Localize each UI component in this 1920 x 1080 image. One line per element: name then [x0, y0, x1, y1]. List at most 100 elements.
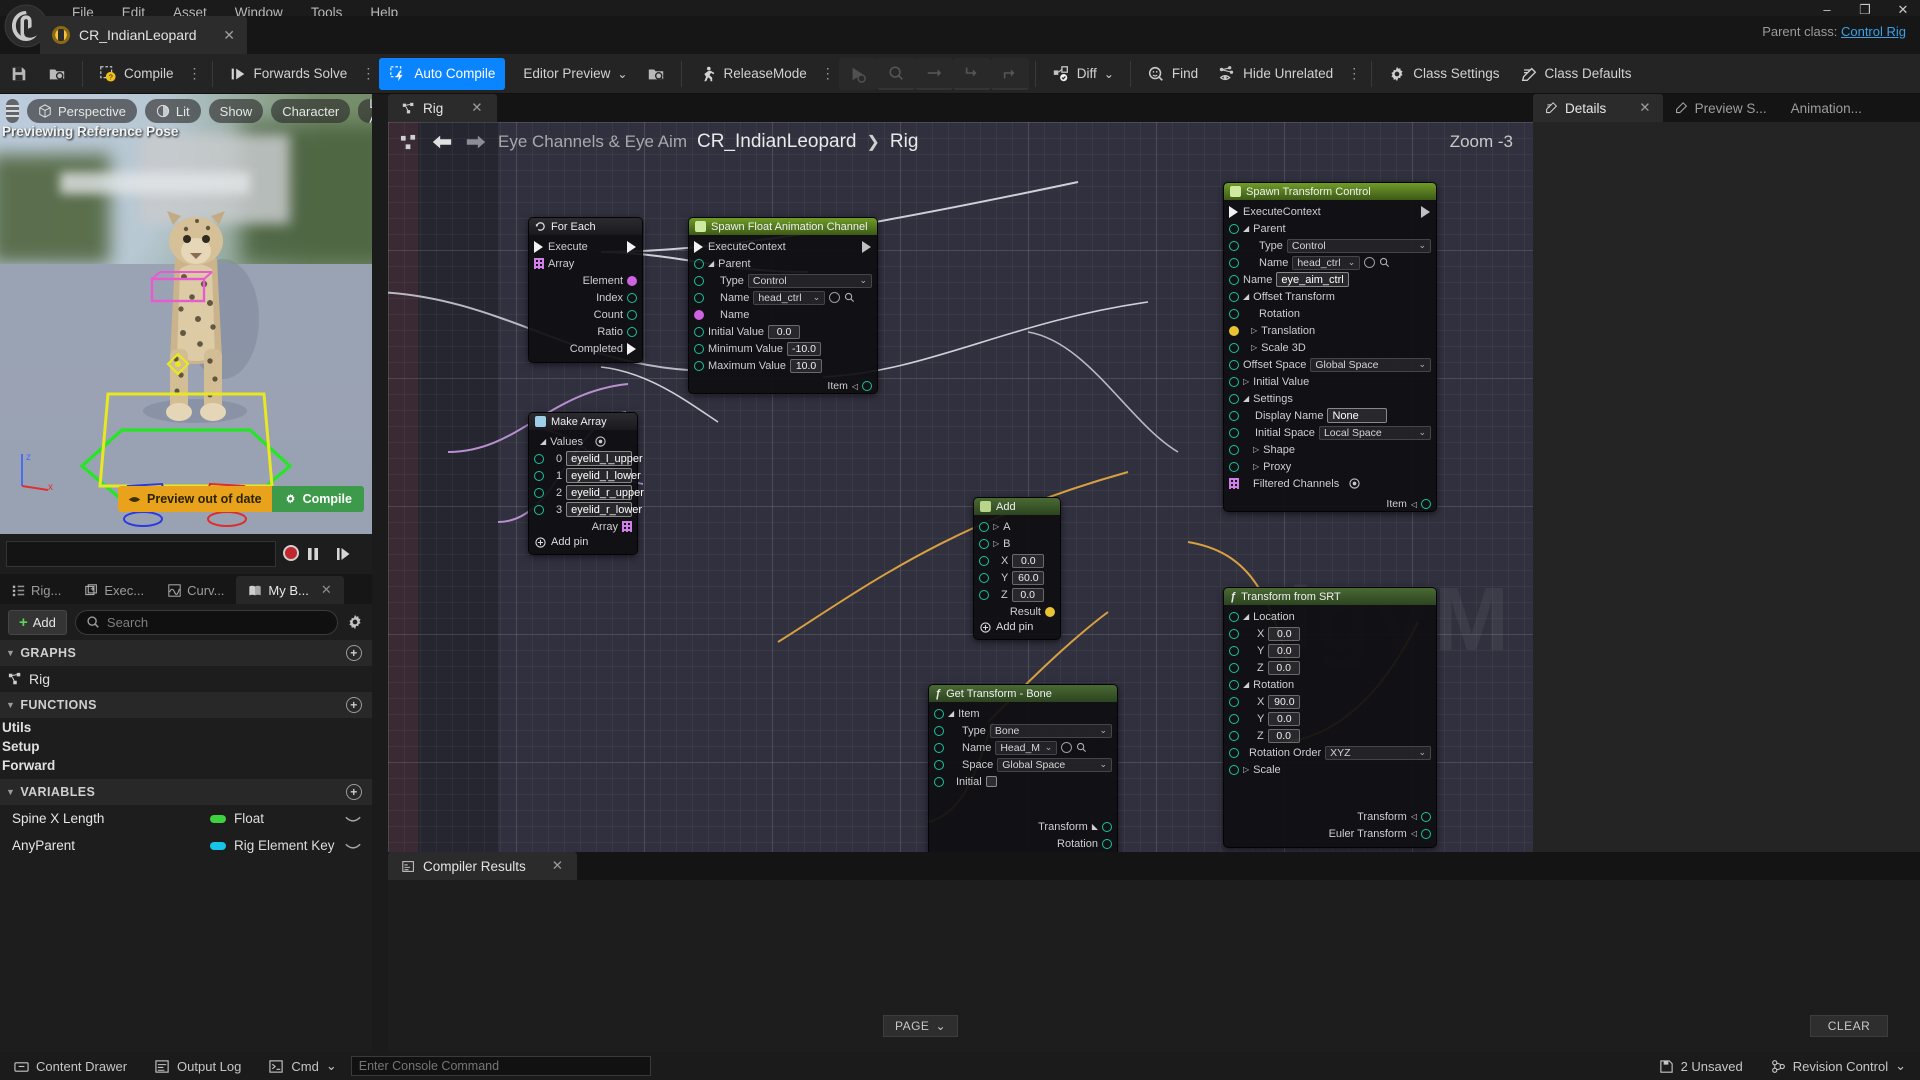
- expander-icon[interactable]: ▷: [1243, 377, 1249, 386]
- tab-animation[interactable]: Animation...: [1779, 94, 1874, 122]
- release-mode-dots[interactable]: ⋮: [817, 65, 839, 82]
- parent-name-in-pin[interactable]: [1229, 258, 1239, 268]
- control-name-field[interactable]: eye_aim_ctrl: [1276, 272, 1348, 287]
- page-dropdown[interactable]: PAGE ⌄: [883, 1015, 958, 1037]
- find-button[interactable]: Find: [1137, 58, 1208, 90]
- output-log-button[interactable]: Output Log: [141, 1052, 255, 1080]
- expander-icon[interactable]: ▷: [1251, 326, 1257, 335]
- breadcrumb-forward-button[interactable]: [464, 130, 488, 154]
- tab-compiler-results-close-icon[interactable]: ✕: [552, 858, 563, 874]
- add-graph-button[interactable]: +: [346, 645, 362, 661]
- execute-context-out-pin[interactable]: [862, 241, 872, 253]
- graph-canvas[interactable]: RigVM For Each: [388, 122, 1533, 852]
- location-z-in-pin[interactable]: [1229, 663, 1239, 673]
- ratio-out-pin[interactable]: [627, 327, 637, 337]
- reset-icon[interactable]: [1349, 478, 1360, 489]
- execute-context-in-pin[interactable]: [1229, 206, 1239, 218]
- index-out-pin[interactable]: [627, 293, 637, 303]
- tab-preview-scene-settings[interactable]: Preview S...: [1663, 94, 1779, 122]
- breadcrumb-current-graph[interactable]: Rig: [890, 131, 919, 153]
- translation-in-pin[interactable]: [1229, 326, 1239, 336]
- location-z-field[interactable]: 0.0: [1268, 661, 1300, 675]
- scale3d-in-pin[interactable]: [1229, 343, 1239, 353]
- rotation-order-in-pin[interactable]: [1229, 748, 1239, 758]
- add-variable-button[interactable]: +: [346, 784, 362, 800]
- magnifier-icon[interactable]: [1379, 257, 1390, 268]
- forwards-solve-button[interactable]: Forwards Solve: [219, 58, 358, 90]
- rotation-z-in-pin[interactable]: [1229, 731, 1239, 741]
- auto-compile-toggle[interactable]: Auto Compile: [379, 58, 505, 90]
- hide-unrelated-button[interactable]: Hide Unrelated: [1208, 58, 1343, 90]
- proxy-in-pin[interactable]: [1229, 462, 1239, 472]
- content-drawer-button[interactable]: Content Drawer: [0, 1052, 141, 1080]
- section-variables-header[interactable]: ▼ VARIABLES +: [0, 779, 372, 805]
- name-in-pin[interactable]: [1229, 275, 1239, 285]
- minimum-value-in-pin[interactable]: [694, 344, 704, 354]
- count-out-pin[interactable]: [627, 310, 637, 320]
- step-over-button[interactable]: [915, 58, 953, 90]
- breadcrumb-current-asset[interactable]: CR_IndianLeopard: [697, 131, 857, 153]
- location-x-in-pin[interactable]: [1229, 629, 1239, 639]
- function-item-utils[interactable]: Utils: [0, 718, 372, 737]
- expander-icon[interactable]: ◁: [1411, 812, 1417, 821]
- expander-icon[interactable]: ▷: [993, 539, 999, 548]
- tab-rig-hierarchy[interactable]: Rig...: [0, 576, 73, 604]
- expander-icon[interactable]: ▷: [1243, 765, 1249, 774]
- z-field[interactable]: 0.0: [1012, 588, 1044, 602]
- class-defaults-button[interactable]: Class Defaults: [1510, 58, 1642, 90]
- rotation-order-combo[interactable]: XYZ⌄: [1325, 746, 1431, 760]
- console-command-input[interactable]: Enter Console Command: [351, 1056, 651, 1076]
- add-pin-button[interactable]: Add pin: [529, 535, 637, 549]
- breadcrumb-parent[interactable]: Eye Channels & Eye Aim: [498, 132, 687, 152]
- item-out-pin[interactable]: [1421, 499, 1431, 509]
- reset-icon[interactable]: [595, 436, 606, 447]
- rotation-y-in-pin[interactable]: [1229, 714, 1239, 724]
- revision-control-button[interactable]: Revision Control ⌄: [1757, 1052, 1920, 1080]
- type-combo[interactable]: Control⌄: [748, 274, 872, 288]
- value-in-pin[interactable]: [534, 505, 544, 515]
- maximum-value-in-pin[interactable]: [694, 361, 704, 371]
- show-pill[interactable]: Show: [209, 99, 264, 123]
- euler-transform-out-pin[interactable]: [1421, 829, 1431, 839]
- b-in-pin[interactable]: [979, 539, 989, 549]
- initial-space-in-pin[interactable]: [1229, 428, 1239, 438]
- initial-space-combo[interactable]: Local Space⌄: [1319, 426, 1431, 440]
- tab-rig-graph-close-icon[interactable]: ✕: [471, 100, 482, 116]
- initial-in-pin[interactable]: [934, 777, 944, 787]
- tab-my-blueprint[interactable]: My B... ✕: [236, 576, 343, 604]
- expander-icon[interactable]: ▷: [1251, 343, 1257, 352]
- breadcrumb-back-button[interactable]: [430, 130, 454, 154]
- location-y-in-pin[interactable]: [1229, 646, 1239, 656]
- cmd-dropdown[interactable]: Cmd ⌄: [255, 1052, 350, 1080]
- type-in-pin[interactable]: [934, 726, 944, 736]
- expander-icon[interactable]: ◣: [1092, 822, 1098, 831]
- tab-my-blueprint-close-icon[interactable]: ✕: [321, 582, 332, 598]
- variable-row[interactable]: AnyParent Rig Element Key: [0, 832, 372, 859]
- node-for-each[interactable]: For Each Execute Array Element Index Cou…: [528, 217, 643, 363]
- expander-icon[interactable]: ▷: [1253, 462, 1259, 471]
- browse-button[interactable]: [38, 58, 76, 90]
- filtered-channels-in-pin[interactable]: [1229, 478, 1239, 489]
- name-combo[interactable]: Head_M⌄: [995, 741, 1057, 755]
- release-mode-button[interactable]: ReleaseMode: [688, 58, 816, 90]
- graph-item-rig[interactable]: Rig: [0, 666, 372, 692]
- name-in-pin[interactable]: [694, 293, 704, 303]
- type-combo[interactable]: Bone⌄: [990, 724, 1112, 738]
- result-out-pin[interactable]: [1045, 607, 1055, 617]
- compile-options-dots[interactable]: ⋮: [184, 65, 206, 82]
- node-spawn-transform-control[interactable]: Spawn Transform Control ExecuteContext ◢…: [1223, 182, 1437, 512]
- item-out-pin[interactable]: [862, 381, 872, 391]
- node-spawn-float-animation-channel[interactable]: Spawn Float Animation Channel ExecuteCon…: [688, 217, 878, 394]
- tab-details[interactable]: Details ✕: [1533, 94, 1663, 122]
- perspective-pill[interactable]: Perspective: [27, 99, 137, 123]
- space-in-pin[interactable]: [934, 760, 944, 770]
- location-x-field[interactable]: 0.0: [1268, 627, 1300, 641]
- offset-transform-in-pin[interactable]: [1229, 292, 1239, 302]
- expander-icon[interactable]: ▷: [993, 522, 999, 531]
- array-value-field[interactable]: eyelid_l_upper: [566, 451, 632, 466]
- tab-compiler-results[interactable]: Compiler Results ✕: [388, 852, 577, 880]
- add-pin-button[interactable]: Add pin: [974, 620, 1060, 634]
- gear-icon[interactable]: [346, 613, 364, 631]
- editor-preview-dropdown[interactable]: Editor Preview ⌄: [513, 58, 637, 90]
- viewport-menu-icon[interactable]: [6, 99, 19, 123]
